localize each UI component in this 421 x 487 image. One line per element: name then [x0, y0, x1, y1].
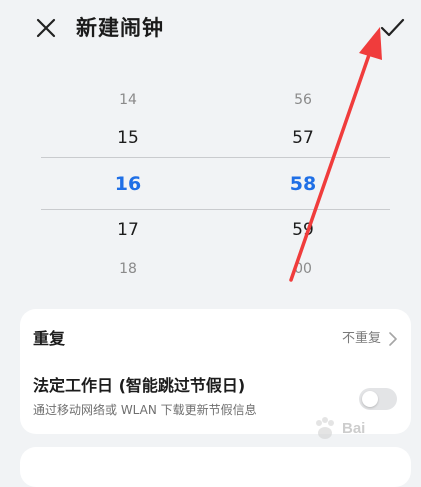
workday-label: 法定工作日 (智能跳过节假日): [33, 376, 246, 395]
repeat-label: 重复: [33, 329, 66, 348]
repeat-setting-row[interactable]: 重复 不重复: [20, 309, 411, 367]
confirm-button[interactable]: [377, 14, 407, 42]
page-title: 新建闹钟: [76, 16, 164, 40]
minute-option[interactable]: 00: [273, 259, 333, 279]
hour-option[interactable]: 14: [98, 90, 158, 110]
close-button[interactable]: [33, 15, 59, 41]
workday-toggle[interactable]: [359, 388, 397, 410]
picker-divider-top: [41, 157, 390, 158]
minute-option[interactable]: 57: [273, 126, 333, 150]
minute-option[interactable]: 59: [273, 218, 333, 242]
check-icon: [380, 18, 405, 37]
second-settings-card: [20, 447, 411, 487]
paw-icon: [316, 417, 334, 439]
hour-option[interactable]: 17: [98, 218, 158, 242]
time-picker[interactable]: 14 15 16 17 18 56 57 58 59 00: [0, 75, 421, 290]
selected-minute[interactable]: 58: [273, 171, 333, 197]
watermark-text: Bai: [342, 420, 366, 437]
picker-divider-bottom: [41, 209, 390, 210]
selected-hour[interactable]: 16: [98, 171, 158, 197]
toggle-knob: [362, 391, 378, 407]
workday-description: 通过移动网络或 WLAN 下载更新节假信息: [33, 403, 257, 417]
chevron-right-icon: [389, 332, 397, 346]
hour-option[interactable]: 15: [98, 126, 158, 150]
minute-option[interactable]: 56: [273, 90, 333, 110]
close-icon: [36, 18, 56, 38]
repeat-value: 不重复: [341, 331, 381, 346]
baidu-watermark: Bai: [306, 412, 406, 446]
hour-option[interactable]: 18: [98, 259, 158, 279]
header-bar: 新建闹钟: [0, 0, 421, 58]
